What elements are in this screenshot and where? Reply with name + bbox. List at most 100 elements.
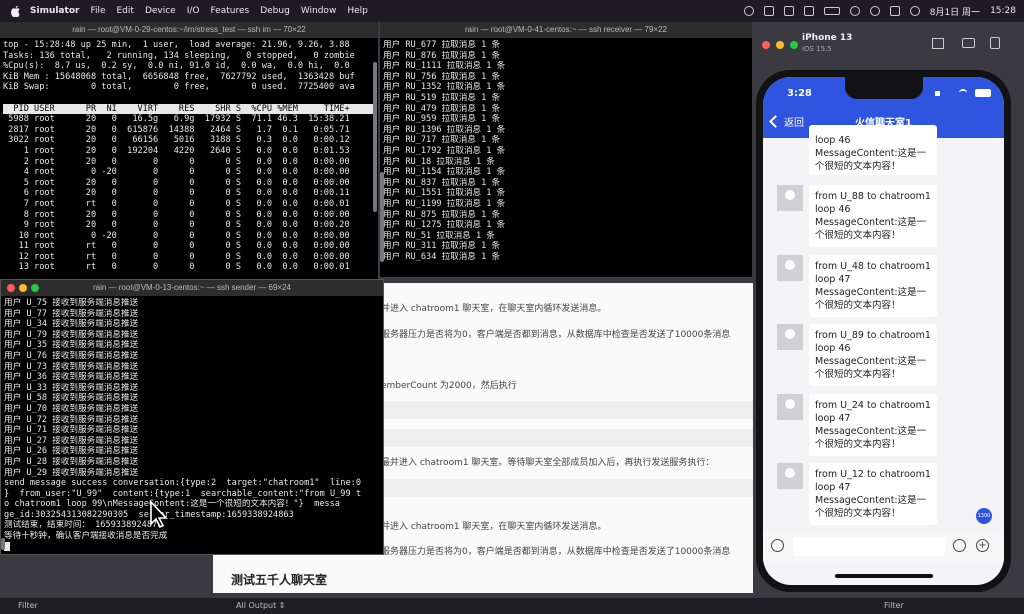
simulator-titlebar: iPhone 13 iOS 15.5 [756,30,1024,60]
terminal-line: 用户 RU_1396 拉取消息 1 条 [383,124,506,135]
terminal-line: 用户 RU_717 拉取消息 1 条 [383,135,501,146]
filter-left[interactable]: Filter [18,601,38,610]
terminal-line: 测试结束，结束时间： 1659338924876 [4,520,163,531]
process-row: 2 root 20 0 0 0 0 S 0.0 0.0 0:00.00 [3,156,350,167]
terminal-receiver[interactable]: rain — root@VM-0-41-centos:~ — ssh recei… [380,22,752,277]
scrollbar[interactable] [1,538,5,550]
message-bubble[interactable]: from U_89 to chatroom1 loop 46 MessageCo… [809,324,937,386]
menu-time[interactable]: 15:28 [990,6,1016,16]
scrollbar[interactable] [380,172,384,262]
menu-app-name[interactable]: Simulator [30,6,79,16]
search-icon[interactable] [869,6,880,16]
process-row: 9 root 20 0 0 0 0 S 0.0 0.0 0:00.20 [3,220,350,231]
plus-icon[interactable]: + [976,539,989,552]
process-row: 4 root 0 -20 0 0 0 S 0.0 0.0 0:00.00 [3,167,350,178]
menu-debug[interactable]: Debug [260,6,290,16]
terminal-line: o chatroom1 loop 99\nMessageContent:这是一个… [4,499,340,510]
minimize-button[interactable] [19,284,27,292]
menu-bar: Simulator File Edit Device I/O Features … [0,0,1024,22]
close-button[interactable] [7,284,15,292]
close-button[interactable] [762,41,770,49]
message-bubble[interactable]: from U_12 to chatroom1 loop 47 MessageCo… [809,463,937,525]
doc-line: 服务器压力是否将为0，客户端是否都到消息，从数据库中检查是否发送了10000条消… [381,547,731,557]
terminal-line: KiB Swap: 0 total, 0 free, 0 used. 77254… [3,82,355,93]
process-row: 2817 root 20 0 615876 14388 2464 S 1.7 0… [3,124,350,135]
unread-badge[interactable]: 1300 [976,508,992,524]
message-input[interactable] [793,537,945,556]
message-bubble[interactable]: from U_24 to chatroom1 loop 47 MessageCo… [809,394,937,456]
zoom-button[interactable] [31,284,39,292]
terminal-line: 用户 RU_677 拉取消息 1 条 [383,40,501,50]
terminal-line: 用户 RU_1111 拉取消息 1 条 [383,61,506,72]
rotate-icon[interactable] [990,37,1000,49]
screenshot-icon[interactable] [962,38,975,48]
terminal-line: 等待十秒钟，确认客户端接收消息是否完成 [4,531,168,542]
terminal-line: } from_user:"U_99" content:{type:1 searc… [4,488,361,499]
avatar[interactable] [777,324,803,350]
home-indicator [835,574,933,578]
input-bar: + [763,532,1004,562]
doc-heading: 测试五千人聊天室 [231,573,328,587]
terminal-line: 用户 U_77 接收到服务端消息推送 [4,308,139,319]
device-os: iOS 15.5 [802,45,832,53]
message-bubble[interactable]: loop 46 MessageContent:这是一个很短的文本内容！ [809,125,937,175]
emoji-icon[interactable] [953,539,966,552]
menu-date[interactable]: 8月1日 周一 [930,5,980,18]
message-bubble[interactable]: from U_48 to chatroom1 loop 47 MessageCo… [809,255,937,317]
voice-icon[interactable] [771,539,784,552]
terminal-title: rain — root@VM-0-29-centos:~/im/stress_t… [0,22,378,38]
terminal-stress-test[interactable]: rain — root@VM-0-29-centos:~/im/stress_t… [0,22,378,280]
grid-icon[interactable] [783,6,794,16]
terminal-line: 用户 U_28 接收到服务端消息推送 [4,456,139,467]
scrollbar[interactable] [373,62,377,212]
terminal-line: 用户 U_76 接收到服务端消息推送 [4,350,139,361]
doc-line: 服务器压力是否将为0，客户端是否都到消息，从数据库中检查是否发送了10000条消… [381,330,731,340]
menu-device[interactable]: Device [145,6,176,16]
terminal-cursor [4,541,380,553]
menu-help[interactable]: Help [347,6,368,16]
terminal-line: 用户 RU_837 拉取消息 1 条 [383,177,501,188]
avatar[interactable] [777,185,803,211]
process-row: 5988 root 20 0 16.5g 6.9g 17932 S 71.1 4… [3,114,350,125]
notch [845,77,923,99]
home-icon[interactable] [932,38,944,49]
avatar[interactable] [777,463,803,489]
iphone-screen: 3:28 返回 火信聊天室1 loop 46 MessageContent:这是… [763,77,1004,585]
battery-icon[interactable] [823,7,840,15]
siri-icon[interactable] [909,6,920,16]
process-row: 13 root rt 0 0 0 0 S 0.0 0.0 0:00.01 [3,262,350,273]
terminal-line: send message success conversation:{type:… [4,478,361,489]
message-bubble[interactable]: from U_88 to chatroom1 loop 46 MessageCo… [809,185,937,247]
output-selector[interactable]: All Output ⇕ [236,601,286,610]
avatar[interactable] [777,394,803,420]
process-row: 6 root 20 0 0 0 0 S 0.0 0.0 0:00.11 [3,188,350,199]
chevron-left-icon [769,115,782,128]
signal-icon [935,91,940,96]
wifi-icon[interactable] [849,6,860,16]
menu-window[interactable]: Window [301,6,337,16]
back-label: 返回 [784,118,804,129]
apple-icon[interactable] [10,5,22,17]
menu-file[interactable]: File [90,6,105,16]
zoom-button[interactable] [790,41,798,49]
terminal-line: 用户 RU_51 拉取消息 1 条 [383,230,495,241]
terminal-line: %Cpu(s): 8.7 us, 0.2 sy, 0.0 ni, 91.0 id… [3,61,350,72]
wifi-icon [959,89,967,97]
control-center-icon[interactable] [889,6,900,16]
back-button[interactable]: 返回 [769,114,804,129]
filter-right[interactable]: Filter [884,601,904,610]
terminal-title: rain — root@VM-0-13-centos:~ — ssh sende… [1,280,383,296]
record-icon[interactable] [743,6,754,16]
menu-features[interactable]: Features [211,6,250,16]
terminal-line: 用户 RU_1275 拉取消息 1 条 [383,220,506,231]
menu-io[interactable]: I/O [187,6,200,16]
terminal-sender[interactable]: rain — root@VM-0-13-centos:~ — ssh sende… [0,279,384,555]
avatar[interactable] [777,255,803,281]
minimize-button[interactable] [776,41,784,49]
menu-edit[interactable]: Edit [117,6,134,16]
terminal-line: 用户 RU_311 拉取消息 1 条 [383,241,501,252]
play-icon[interactable] [763,6,774,16]
terminal-line: 用户 RU_634 拉取消息 1 条 [383,251,501,262]
terminal-line: 用户 RU_18 拉取消息 1 条 [383,156,495,167]
keyboard-layout-icon[interactable] [803,6,814,16]
